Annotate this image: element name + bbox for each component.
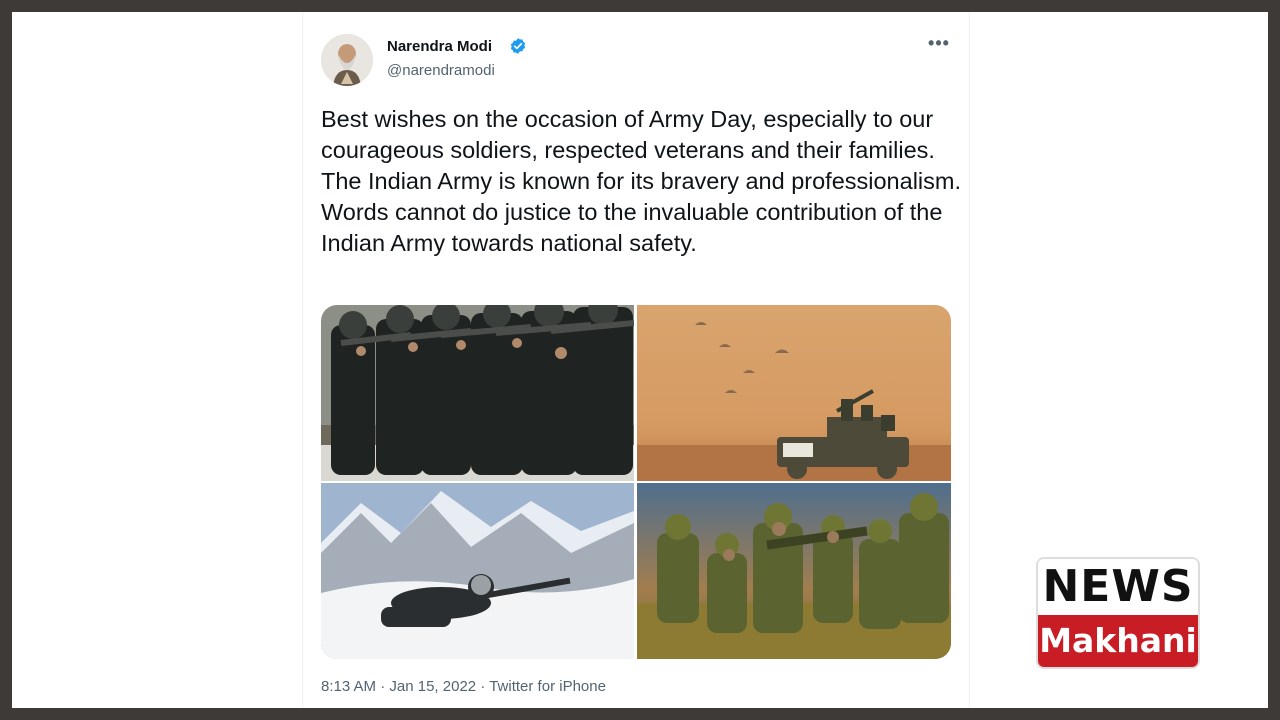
tweet-text: Best wishes on the occasion of Army Day,… <box>321 106 961 256</box>
screenshot-frame: Narendra Modi @narendramodi ••• Best wis… <box>12 12 1268 708</box>
photo-soldiers-aiming[interactable] <box>321 305 634 481</box>
tweet-source[interactable]: Twitter for iPhone <box>489 678 606 695</box>
photo-soldiers-field[interactable] <box>637 483 951 659</box>
logo-line-makhani: Makhani <box>1038 615 1198 667</box>
news-makhani-logo: NEWS Makhani <box>1038 559 1198 667</box>
meta-separator: · <box>380 678 386 695</box>
verified-badge-icon <box>510 38 526 54</box>
author-name[interactable]: Narendra Modi <box>387 38 492 55</box>
tweet-media-grid <box>321 305 951 659</box>
more-options-button[interactable]: ••• <box>925 34 953 56</box>
photo-snow-mountains[interactable] <box>321 483 634 659</box>
tweet-time[interactable]: 8:13 AM <box>321 678 376 695</box>
tweet-date[interactable]: Jan 15, 2022 <box>389 678 476 695</box>
tweet-card: Narendra Modi @narendramodi ••• Best wis… <box>302 12 970 708</box>
tweet-metadata: 8:13 AM · Jan 15, 2022 · Twitter for iPh… <box>321 678 606 695</box>
author-handle[interactable]: @narendramodi <box>387 62 495 79</box>
photo-desert-parachutes[interactable] <box>637 305 951 481</box>
avatar[interactable] <box>321 34 373 86</box>
logo-line-news: NEWS <box>1038 559 1198 615</box>
meta-separator: · <box>480 678 486 695</box>
